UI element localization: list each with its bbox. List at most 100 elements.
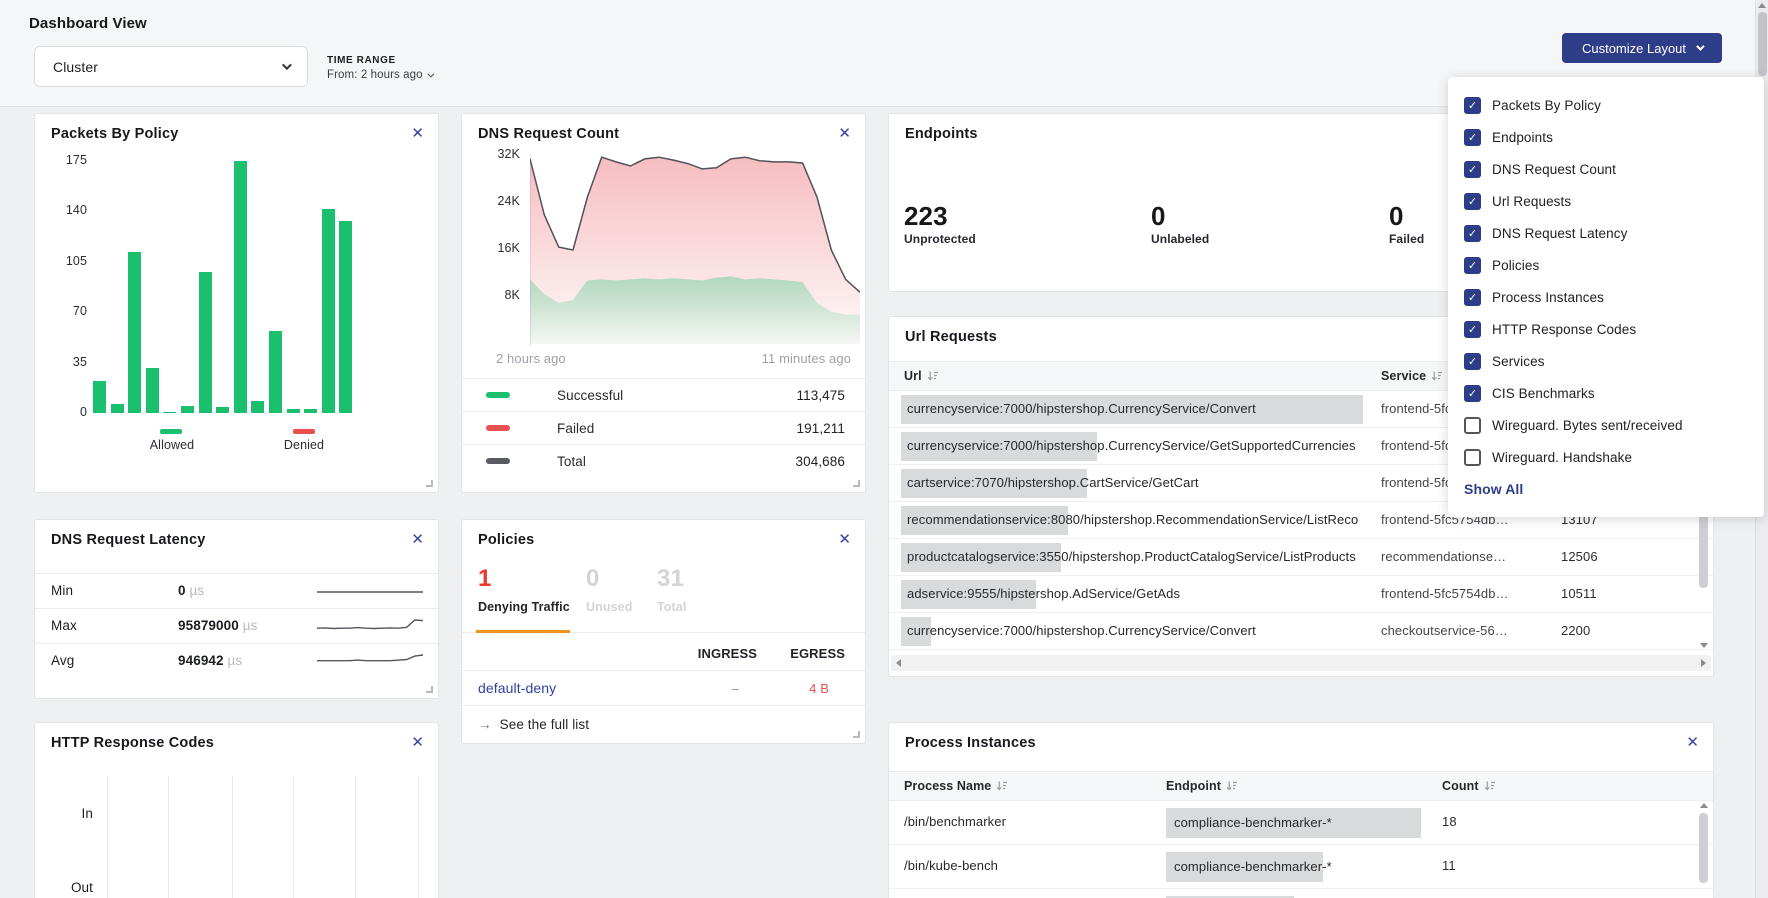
checkbox-checked-icon[interactable]: ✓ — [1464, 321, 1481, 338]
menu-item[interactable]: ✓Packets By Policy — [1448, 89, 1764, 121]
menu-item-label: DNS Request Latency — [1492, 226, 1627, 241]
chevron-down-icon — [427, 71, 434, 78]
table-row: benchmarkercompliance-benchmarker-*9 — [889, 889, 1713, 898]
card-title: DNS Request Latency — [51, 532, 205, 548]
process-instances-card: Process Instances ✕ Process Name Endpoin… — [888, 722, 1714, 898]
tab-label: Unused — [586, 600, 632, 614]
resize-handle[interactable] — [853, 731, 860, 738]
close-icon[interactable]: ✕ — [411, 733, 424, 753]
menu-item[interactable]: ✓CIS Benchmarks — [1448, 377, 1764, 409]
stat-value: 223 — [904, 202, 976, 230]
latency-stat-label: Avg — [51, 653, 74, 668]
dns-area-chart — [530, 154, 860, 346]
latency-table: Min0 µsMax95879000 µsAvg946942 µs — [35, 573, 438, 678]
bar — [199, 272, 212, 413]
close-icon[interactable]: ✕ — [838, 124, 851, 144]
bar — [128, 252, 141, 413]
grid-line — [168, 776, 169, 898]
checkbox-checked-icon[interactable]: ✓ — [1464, 257, 1481, 274]
menu-item-label: DNS Request Count — [1492, 162, 1616, 177]
legend-label: Denied — [264, 438, 344, 452]
checkbox-checked-icon[interactable]: ✓ — [1464, 193, 1481, 210]
policy-egress-value: 4 B — [809, 681, 829, 696]
tab-total[interactable]: 31Total — [657, 566, 686, 614]
y-axis-tick: 175 — [35, 153, 87, 167]
url-cell: currencyservice:7000/hipstershop.Currenc… — [907, 438, 1359, 453]
checkbox-checked-icon[interactable]: ✓ — [1464, 161, 1481, 178]
tab-unused[interactable]: 0Unused — [586, 566, 632, 614]
resize-handle[interactable] — [426, 480, 433, 487]
sort-icon — [927, 370, 939, 382]
checkbox-checked-icon[interactable]: ✓ — [1464, 289, 1481, 306]
url-cell: currencyservice:7000/hipstershop.Currenc… — [907, 401, 1359, 416]
checkbox-checked-icon[interactable]: ✓ — [1464, 97, 1481, 114]
latency-stat-label: Min — [51, 583, 73, 598]
checkbox-checked-icon[interactable]: ✓ — [1464, 385, 1481, 402]
column-header-url[interactable]: Url — [904, 369, 939, 383]
count-cell: 2200 — [1561, 623, 1590, 638]
stat-label: Unlabeled — [1151, 232, 1209, 246]
resize-handle[interactable] — [426, 686, 433, 693]
bar — [339, 221, 352, 413]
column-header-endpoint[interactable]: Endpoint — [1166, 779, 1238, 793]
menu-item-label: Url Requests — [1492, 194, 1571, 209]
show-all-link[interactable]: Show All — [1464, 481, 1523, 497]
x-axis-label-end: 11 minutes ago — [762, 351, 851, 366]
menu-item[interactable]: ✓ Url Requests — [1448, 185, 1764, 217]
scrollbar-thumb[interactable] — [1699, 813, 1708, 883]
horizontal-scrollbar[interactable] — [891, 655, 1711, 671]
close-icon[interactable]: ✕ — [838, 530, 851, 550]
table-row: /bin/kube-benchcompliance-benchmarker-*1… — [889, 845, 1713, 889]
scroll-up-arrow-icon[interactable] — [1700, 803, 1708, 808]
tab-denying-traffic[interactable]: 1Denying Traffic — [478, 566, 570, 614]
menu-item[interactable]: ✓HTTP Response Codes — [1448, 313, 1764, 345]
menu-item[interactable]: ✓ DNS Request Latency — [1448, 217, 1764, 249]
menu-item[interactable]: ✓Policies — [1448, 249, 1764, 281]
see-full-list-link[interactable]: →See the full list — [478, 717, 589, 732]
view-selector[interactable]: Cluster — [34, 46, 308, 87]
customize-layout-button[interactable]: Customize Layout — [1562, 33, 1722, 63]
checkbox-checked-icon[interactable]: ✓ — [1464, 225, 1481, 242]
scroll-down-arrow-icon[interactable] — [1700, 643, 1708, 648]
url-cell: productcatalogservice:3550/hipstershop.P… — [907, 549, 1359, 564]
menu-item[interactable]: ✓ DNS Request Count — [1448, 153, 1764, 185]
column-header-process-name[interactable]: Process Name — [904, 779, 1008, 793]
sparkline — [317, 614, 423, 640]
vertical-scrollbar[interactable] — [1698, 801, 1710, 898]
close-icon[interactable]: ✕ — [411, 124, 424, 144]
checkbox-unchecked-icon[interactable] — [1464, 417, 1481, 434]
customize-menu-list: ✓Packets By Policy✓Endpoints✓DNS Request… — [1448, 89, 1764, 473]
checkbox-checked-icon[interactable]: ✓ — [1464, 353, 1481, 370]
checkbox-checked-icon[interactable]: ✓ — [1464, 129, 1481, 146]
latency-row: Min 0 µs — [35, 573, 438, 608]
endpoint-stat: 0Unlabeled — [1151, 202, 1209, 246]
grid-line — [232, 776, 233, 898]
resize-handle[interactable] — [853, 480, 860, 487]
close-icon[interactable]: ✕ — [411, 530, 424, 550]
latency-stat-value: 0 µs — [178, 583, 204, 598]
legend-row: Total304,686 — [462, 444, 865, 477]
bar — [234, 161, 247, 413]
scroll-right-arrow-icon[interactable] — [1701, 659, 1706, 667]
scroll-left-arrow-icon[interactable] — [896, 659, 901, 667]
column-header-count[interactable]: Count — [1442, 779, 1496, 793]
menu-item[interactable]: ✓Services — [1448, 345, 1764, 377]
column-header-service[interactable]: Service — [1381, 369, 1443, 383]
checkbox-unchecked-icon[interactable] — [1464, 449, 1481, 466]
close-icon[interactable]: ✕ — [1686, 733, 1699, 753]
count-cell: 11 — [1442, 858, 1456, 873]
page-scrollbar-thumb[interactable] — [1758, 12, 1767, 76]
endpoint-cell: compliance-benchmarker-* — [1174, 859, 1332, 874]
menu-item[interactable]: ✓Endpoints — [1448, 121, 1764, 153]
time-range-value[interactable]: From: 2 hours ago — [327, 69, 432, 81]
x-axis-label-start: 2 hours ago — [496, 351, 566, 366]
menu-item[interactable]: Wireguard. Bytes sent/received — [1448, 409, 1764, 441]
menu-item[interactable]: Wireguard. Handshake — [1448, 441, 1764, 473]
y-axis-tick: 32K — [462, 147, 520, 161]
dns-request-count-card: DNS Request Count ✕ 8K16K24K32K 2 hours … — [461, 113, 866, 493]
scroll-up-arrow-icon[interactable] — [1758, 3, 1766, 8]
menu-item[interactable]: ✓Process Instances — [1448, 281, 1764, 313]
policy-name-link[interactable]: default-deny — [478, 680, 556, 696]
policy-ingress-value: – — [732, 681, 739, 696]
menu-item-label: Wireguard. Bytes sent/received — [1492, 418, 1683, 433]
